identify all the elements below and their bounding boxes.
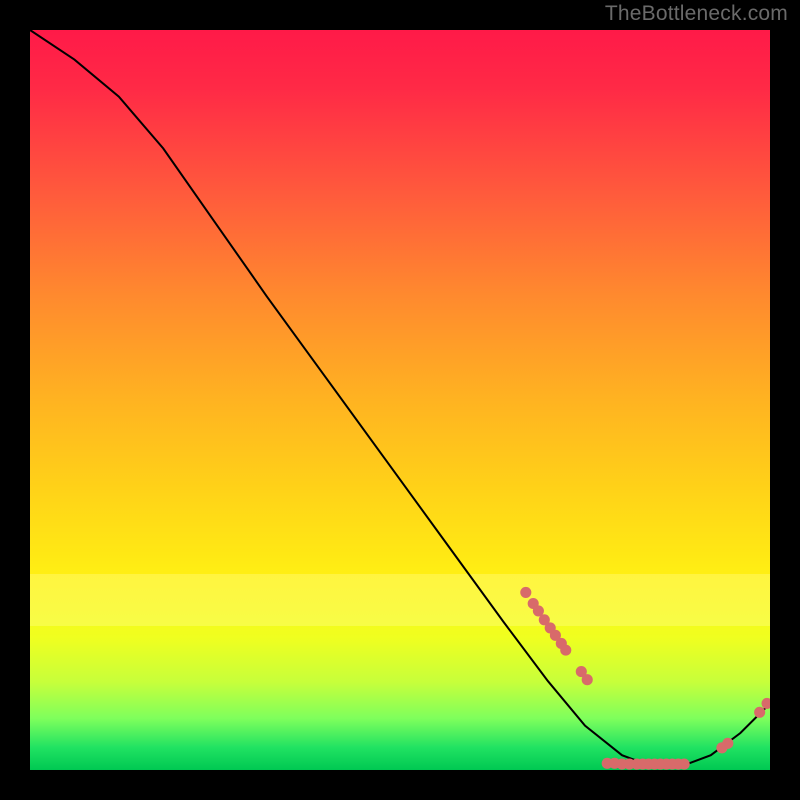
- data-dot: [679, 759, 690, 770]
- data-dot: [754, 707, 765, 718]
- bottleneck-curve: [30, 30, 770, 766]
- chart-svg: [30, 30, 770, 770]
- plot-area: [30, 30, 770, 770]
- watermark-text: TheBottleneck.com: [605, 2, 788, 26]
- data-dot: [722, 738, 733, 749]
- chart-frame: TheBottleneck.com: [0, 0, 800, 800]
- data-dots: [520, 587, 770, 770]
- data-dot: [761, 698, 770, 709]
- data-dot: [560, 645, 571, 656]
- data-dot: [582, 674, 593, 685]
- data-dot: [520, 587, 531, 598]
